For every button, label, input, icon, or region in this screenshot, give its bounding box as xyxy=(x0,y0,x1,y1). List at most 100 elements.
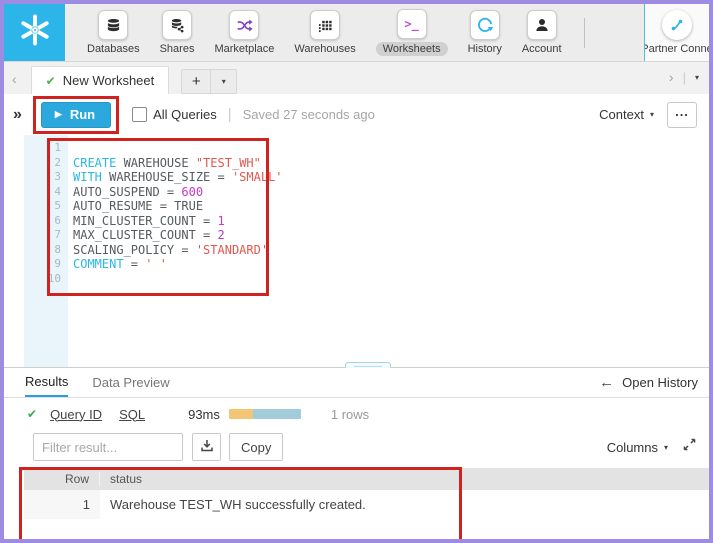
account-icon xyxy=(526,10,557,40)
tab-results[interactable]: Results xyxy=(25,368,69,397)
run-button-annotation-box: ▶ Run xyxy=(32,95,120,134)
line-number-gutter: 1 2 3 4 5 6 7 8 9 10 xyxy=(24,135,68,367)
more-options-button[interactable]: ... xyxy=(667,101,697,128)
result-actions-row: Copy Columns ▾ xyxy=(4,430,709,464)
expand-results-icon[interactable] xyxy=(683,438,696,456)
code-line[interactable]: WITH WAREHOUSE_SIZE = 'SMALL' xyxy=(73,170,709,185)
code-token-kw: CREATE xyxy=(73,155,117,170)
code-token-num: 600 xyxy=(181,184,204,199)
nav-item-warehouses[interactable]: Warehouses xyxy=(294,10,356,55)
worksheet-menu-caret[interactable]: ▾ xyxy=(211,69,238,94)
databases-icon xyxy=(98,10,129,40)
cell-status: Warehouse TEST_WH successfully created. xyxy=(110,497,366,512)
nav-label: History xyxy=(467,43,502,55)
tabs-list-caret[interactable]: ▾ xyxy=(695,73,699,82)
all-queries-checkbox[interactable] xyxy=(132,107,148,122)
nav-item-databases[interactable]: Databases xyxy=(87,10,140,55)
columns-dropdown[interactable]: Columns ▾ xyxy=(607,440,668,455)
code-token-kw: COMMENT xyxy=(73,257,124,271)
expand-sidebar-icon[interactable]: » xyxy=(13,106,22,124)
nav-item-partner-connect[interactable]: Partner Conne xyxy=(644,4,709,61)
saved-status-text: Saved 27 seconds ago xyxy=(242,107,375,122)
new-worksheet-button[interactable]: + xyxy=(181,69,212,94)
code-line[interactable]: SCALING_POLICY = 'STANDARD' xyxy=(73,243,709,258)
results-tab-bar: Results Data Preview ← Open History xyxy=(4,368,709,398)
warehouses-icon xyxy=(310,10,341,40)
query-progress-bar xyxy=(228,409,301,419)
code-area[interactable]: CREATE WAREHOUSE "TEST_WH" WITH WAREHOUSE… xyxy=(73,135,709,367)
nav-divider xyxy=(583,18,585,48)
line-number: 6 xyxy=(54,213,61,227)
play-icon: ▶ xyxy=(54,108,62,119)
line-number: 7 xyxy=(54,228,61,241)
code-line[interactable] xyxy=(73,272,709,287)
code-line[interactable]: MAX_CLUSTER_COUNT = 2 xyxy=(73,228,709,243)
query-success-check-icon: ✔ xyxy=(27,407,38,421)
line-number: 9 xyxy=(54,257,61,270)
nav-item-history[interactable]: History xyxy=(468,10,502,55)
code-line[interactable]: CREATE WAREHOUSE "TEST_WH" xyxy=(73,156,709,171)
tabbar-divider: | xyxy=(682,69,686,85)
code-line[interactable]: MIN_CLUSTER_COUNT = 1 xyxy=(73,214,709,229)
tab-data-preview[interactable]: Data Preview xyxy=(92,368,169,397)
filter-result-input[interactable] xyxy=(33,433,183,461)
snowflake-icon xyxy=(17,12,53,53)
tabs-scroll-left-icon[interactable]: ‹ xyxy=(12,71,17,87)
snowflake-logo[interactable] xyxy=(4,4,65,61)
code-line[interactable] xyxy=(73,141,709,156)
nav-item-marketplace[interactable]: Marketplace xyxy=(214,10,274,55)
sql-link[interactable]: SQL xyxy=(119,407,145,422)
all-queries-control: All Queries xyxy=(132,107,217,122)
partner-connect-icon xyxy=(662,10,692,40)
drag-handle-line xyxy=(354,365,382,367)
line-number: 4 xyxy=(54,184,61,198)
code-token-id: WAREHOUSE_SIZE = xyxy=(101,170,232,184)
nav-label: Warehouses xyxy=(294,43,356,55)
context-dropdown[interactable]: Context ▾ xyxy=(599,107,654,122)
results-panel: Results Data Preview ← Open History ✔ Qu… xyxy=(4,368,709,539)
run-button-label: Run xyxy=(69,106,96,122)
code-token-str: 'SMALL' xyxy=(231,170,283,184)
caret-down-icon: ▾ xyxy=(663,442,668,452)
nav-item-worksheets[interactable]: >_ Worksheets xyxy=(375,9,448,56)
tab-new-worksheet[interactable]: ✔ New Worksheet xyxy=(30,66,170,94)
sql-editor[interactable]: 1 2 3 4 5 6 7 8 9 10 CREATE WAREHOUSE "TEST_WH" WI… xyxy=(4,135,709,367)
code-line[interactable]: COMMENT = ' ' xyxy=(73,257,709,272)
progress-segment xyxy=(228,409,253,419)
worksheet-toolbar: » ▶ Run All Queries | Saved 27 seconds a… xyxy=(4,94,709,135)
code-line[interactable]: AUTO_RESUME = TRUE xyxy=(73,199,709,214)
copy-button[interactable]: Copy xyxy=(229,433,284,461)
nav-item-shares[interactable]: Shares xyxy=(160,10,194,55)
column-header-status[interactable]: status xyxy=(100,472,142,486)
all-queries-label: All Queries xyxy=(153,107,217,122)
tabbar-right-controls: › | ▾ xyxy=(669,69,709,94)
query-info-row: ✔ Query ID SQL 93ms 1 rows xyxy=(4,398,709,430)
run-button[interactable]: ▶ Run xyxy=(40,101,112,128)
code-line[interactable]: AUTO_SUSPEND = 600 xyxy=(73,185,709,200)
nav-label: Databases xyxy=(87,43,140,55)
line-number: 1 xyxy=(54,141,61,154)
table-row[interactable]: 1 Warehouse TEST_WH successfully created. xyxy=(24,490,709,519)
cell-row-number: 1 xyxy=(24,490,100,519)
context-label: Context xyxy=(599,107,644,122)
code-token-id: = xyxy=(123,257,146,271)
marketplace-icon xyxy=(229,10,260,40)
toolbar-right-controls: Context ▾ ... xyxy=(599,101,709,128)
result-right-controls: Columns ▾ xyxy=(607,438,709,456)
worksheet-tab-bar: ‹ ✔ New Worksheet + ▾ › | ▾ xyxy=(4,62,709,94)
code-token-id: WAREHOUSE xyxy=(116,155,196,170)
query-id-link[interactable]: Query ID xyxy=(50,407,102,422)
code-token-kw: WITH xyxy=(73,170,102,184)
nav-item-account[interactable]: Account xyxy=(522,10,562,55)
open-history-button[interactable]: ← Open History xyxy=(599,368,709,397)
partner-connect-label: Partner Conne xyxy=(644,43,709,55)
tab-title: New Worksheet xyxy=(62,73,155,88)
code-token-str: ' ' xyxy=(145,257,167,271)
column-header-row[interactable]: Row xyxy=(24,472,100,486)
rows-count: 1 rows xyxy=(330,406,370,422)
table-header-row[interactable]: Row status xyxy=(24,468,709,490)
download-button[interactable] xyxy=(192,433,221,461)
line-number: 3 xyxy=(54,170,61,183)
line-number: 8 xyxy=(54,242,61,256)
tabs-scroll-right-icon[interactable]: › xyxy=(669,69,674,85)
